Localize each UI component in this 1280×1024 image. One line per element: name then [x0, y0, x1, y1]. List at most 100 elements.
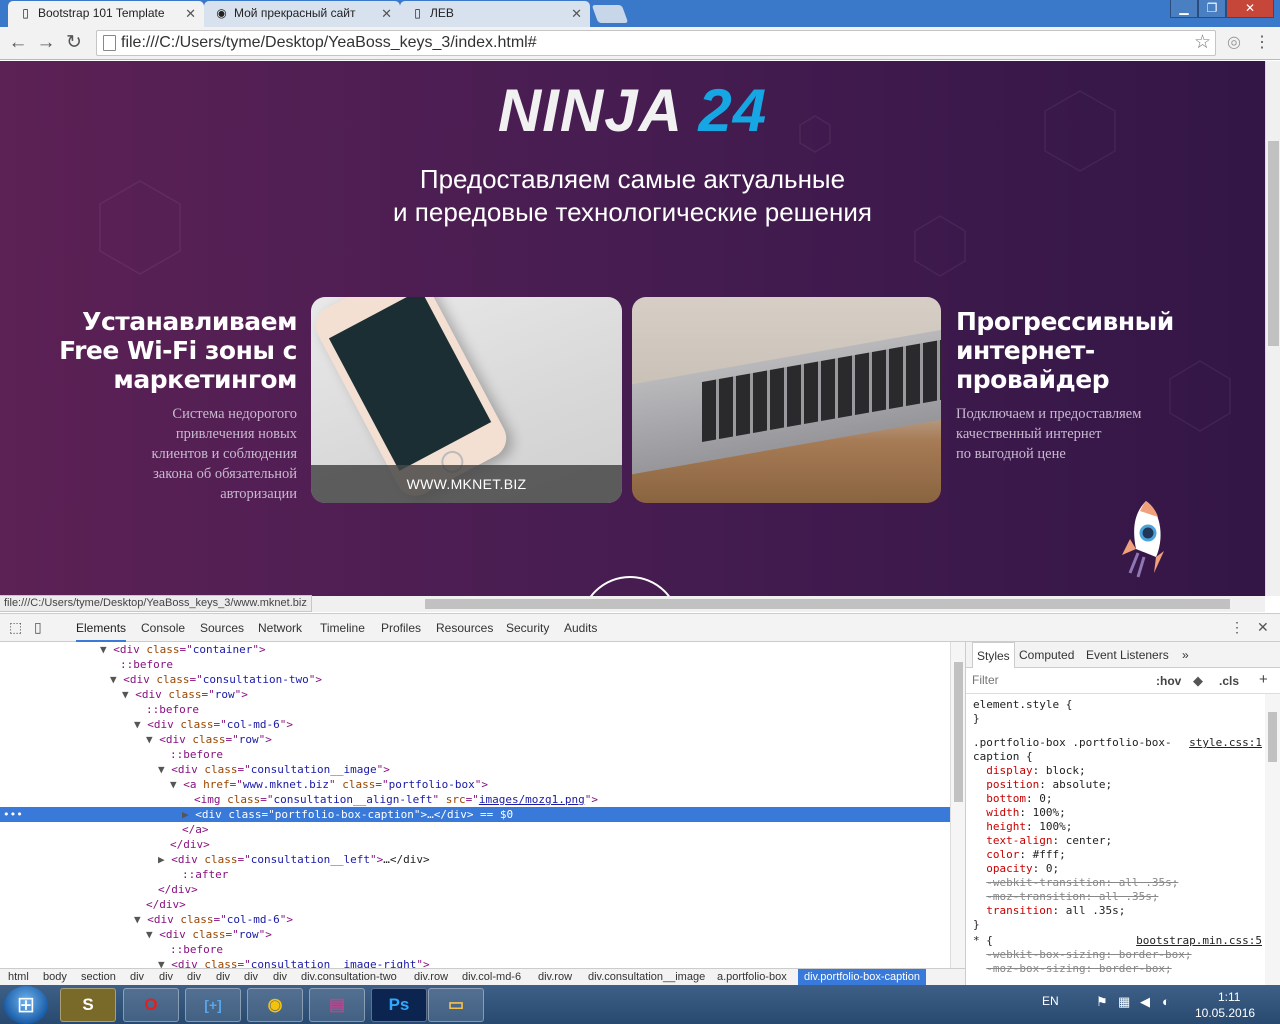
dom-tree-scrollbar[interactable] — [950, 642, 965, 969]
tab-bootstrap-template[interactable]: ▯ Bootstrap 101 Template ✕ — [8, 1, 204, 27]
clock-date[interactable]: 10.05.2016 — [1195, 1006, 1255, 1020]
address-bar[interactable]: ☆ — [96, 30, 1216, 56]
tab-elements[interactable]: Elements — [76, 614, 127, 642]
extension-icon[interactable]: ◎ — [1222, 31, 1246, 55]
breadcrumb-item[interactable]: div — [159, 969, 173, 986]
portfolio-box-laptop[interactable] — [632, 297, 941, 503]
tab-lev[interactable]: ▯ ЛЕВ ✕ — [400, 1, 590, 27]
dom-node-line[interactable]: </div> — [0, 837, 950, 852]
styles-filter-input[interactable] — [972, 673, 1122, 687]
add-rule-icon[interactable]: + — [1259, 671, 1268, 688]
breadcrumb-item[interactable]: div — [244, 969, 258, 986]
dom-node-line[interactable]: </div> — [0, 897, 950, 912]
tab-timeline[interactable]: Timeline — [320, 614, 365, 642]
winrar-taskbar-icon[interactable]: ▤ — [309, 988, 365, 1022]
dom-node-line[interactable]: ▼ <div class="col-md-6"> — [0, 912, 950, 927]
style-declaration[interactable]: bottom: 0; — [973, 792, 1052, 806]
tab-security[interactable]: Security — [506, 614, 549, 642]
file-explorer-taskbar-icon[interactable]: ▭ — [428, 988, 484, 1022]
dom-node-line[interactable]: ▼ <div class="container"> — [0, 642, 950, 657]
dom-tree[interactable]: ▼ <div class="container">::before ▼ <div … — [0, 642, 950, 969]
styles-scrollbar[interactable] — [1265, 694, 1280, 986]
dom-node-line[interactable]: ::before — [0, 747, 950, 762]
style-declaration[interactable]: transition: all .35s; — [973, 904, 1125, 918]
style-declaration[interactable]: position: absolute; — [973, 778, 1112, 792]
dom-node-line[interactable]: ▼ <div class="row"> — [0, 732, 950, 747]
breadcrumb-item[interactable]: div.row — [414, 969, 448, 986]
style-declaration[interactable]: display: block; — [973, 764, 1085, 778]
breadcrumb-item[interactable]: div — [187, 969, 201, 986]
class-toggle[interactable]: .cls — [1219, 674, 1239, 688]
dom-node-line[interactable]: ::before — [0, 657, 950, 672]
tab-network[interactable]: Network — [258, 614, 302, 642]
dom-node-line[interactable]: ▼ <a href="www.mknet.biz" class="portfol… — [0, 777, 950, 792]
dom-node-line[interactable]: <img class="consultation__align-left" sr… — [0, 792, 950, 807]
dom-node-line[interactable]: ▼ <div class="consultation__image"> — [0, 762, 950, 777]
dom-node-line[interactable]: ▼ <div class="row"> — [0, 927, 950, 942]
inspect-element-icon[interactable]: ⬚ — [9, 619, 22, 636]
photoshop-taskbar-icon[interactable]: Ps — [371, 988, 427, 1022]
rule-selector[interactable]: caption { — [973, 750, 1033, 764]
device-mode-icon[interactable]: ▯ — [34, 619, 42, 636]
tab-styles[interactable]: Styles — [972, 642, 1015, 668]
close-tab-icon[interactable]: ✕ — [185, 1, 196, 26]
style-declaration[interactable]: opacity: 0; — [973, 862, 1059, 876]
close-devtools-icon[interactable]: ✕ — [1257, 619, 1269, 636]
tab-event-listeners[interactable]: Event Listeners — [1086, 642, 1169, 668]
breadcrumb-item[interactable]: html — [8, 969, 29, 986]
tab-console[interactable]: Console — [141, 614, 185, 642]
close-window-button[interactable]: ✕ — [1226, 0, 1274, 18]
dom-node-line[interactable]: ▼ <div class="row"> — [0, 687, 950, 702]
tab-computed[interactable]: Computed — [1019, 642, 1074, 668]
breadcrumb-item[interactable]: section — [81, 969, 116, 986]
brackets-taskbar-icon[interactable]: [+] — [185, 988, 241, 1022]
tab-my-site[interactable]: ◉ Мой прекрасный сайт ✕ — [204, 1, 400, 27]
tab-audits[interactable]: Audits — [564, 614, 597, 642]
bookmark-star-icon[interactable]: ☆ — [1194, 32, 1211, 54]
tray-app-icon[interactable]: ◐ — [1162, 994, 1170, 1009]
portfolio-box-mknet[interactable]: WWW.MKNET.BIZ — [311, 297, 622, 503]
breadcrumb-item[interactable]: div — [130, 969, 144, 986]
rule-source-link[interactable]: style.css:1 — [1189, 736, 1262, 749]
breadcrumb-item[interactable]: div.col-md-6 — [462, 969, 521, 986]
style-declaration[interactable]: -moz-box-sizing: border-box; — [973, 962, 1171, 976]
devtools-menu-icon[interactable]: ⋮ — [1230, 619, 1244, 636]
volume-icon[interactable]: ◀ — [1140, 994, 1150, 1010]
opera-taskbar-icon[interactable]: O — [123, 988, 179, 1022]
dom-node-line[interactable]: ::before — [0, 942, 950, 957]
style-declaration[interactable]: color: #fff; — [973, 848, 1065, 862]
dom-node-line[interactable]: </div> — [0, 882, 950, 897]
breadcrumb-item[interactable]: div.row — [538, 969, 572, 986]
rule-close[interactable]: } — [973, 712, 980, 726]
element-style-rule[interactable]: element.style { — [973, 698, 1072, 712]
breadcrumb-item[interactable]: body — [43, 969, 67, 986]
language-indicator[interactable]: EN — [1042, 994, 1059, 1008]
clock-time[interactable]: 1:11 — [1218, 990, 1240, 1004]
rule-close[interactable]: } — [973, 918, 980, 932]
style-declaration[interactable]: height: 100%; — [973, 820, 1072, 834]
rule-selector[interactable]: * { — [973, 934, 993, 948]
hover-state-toggle[interactable]: :hov — [1156, 674, 1181, 688]
more-tabs-icon[interactable]: » — [1182, 642, 1189, 668]
network-icon[interactable]: ▦ — [1118, 994, 1130, 1010]
forward-arrow-icon[interactable]: → — [34, 31, 58, 55]
sublime-text-taskbar-icon[interactable]: S — [60, 988, 116, 1022]
tab-sources[interactable]: Sources — [200, 614, 244, 642]
restore-button[interactable]: ❐ — [1198, 0, 1226, 18]
menu-icon[interactable]: ⋮ — [1250, 31, 1274, 55]
start-button[interactable]: ⊞ — [4, 986, 48, 1024]
dom-node-line[interactable]: ::after — [0, 867, 950, 882]
style-declaration[interactable]: -moz-transition: all .35s; — [973, 890, 1158, 904]
color-format-icon[interactable]: ◆ — [1193, 673, 1203, 689]
flag-icon[interactable]: ⚑ — [1096, 994, 1108, 1010]
breadcrumb-item[interactable]: div.consultation-two — [301, 969, 397, 986]
chrome-taskbar-icon[interactable]: ◉ — [247, 988, 303, 1022]
style-declaration[interactable]: -webkit-transition: all .35s; — [973, 876, 1178, 890]
dom-node-line[interactable]: </a> — [0, 822, 950, 837]
breadcrumb-item[interactable]: div.portfolio-box-caption — [798, 969, 926, 986]
dom-node-line[interactable]: ▶ <div class="consultation__left">…</div… — [0, 852, 950, 867]
reload-icon[interactable]: ↻ — [62, 31, 86, 55]
dom-node-line[interactable]: ::before — [0, 702, 950, 717]
dom-node-line[interactable]: ▼ <div class="consultation-two"> — [0, 672, 950, 687]
new-tab-button[interactable] — [591, 5, 629, 23]
